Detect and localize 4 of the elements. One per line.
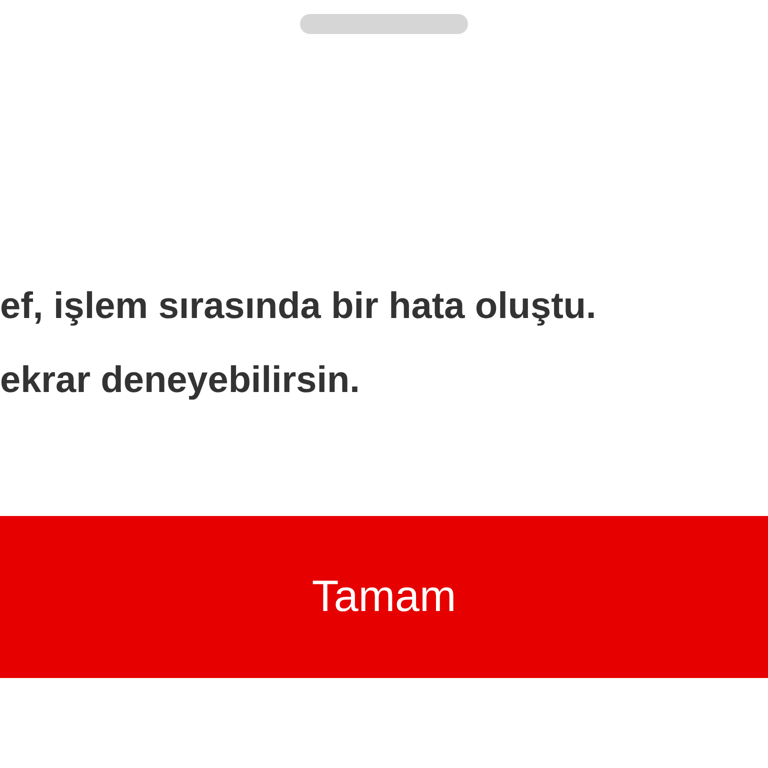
- drag-handle[interactable]: [300, 14, 468, 34]
- ok-button[interactable]: Tamam: [0, 516, 768, 678]
- error-message-line: ekrar deneyebilirsin.: [0, 358, 361, 402]
- error-message-line: ef, işlem sırasında bir hata oluştu.: [0, 284, 598, 328]
